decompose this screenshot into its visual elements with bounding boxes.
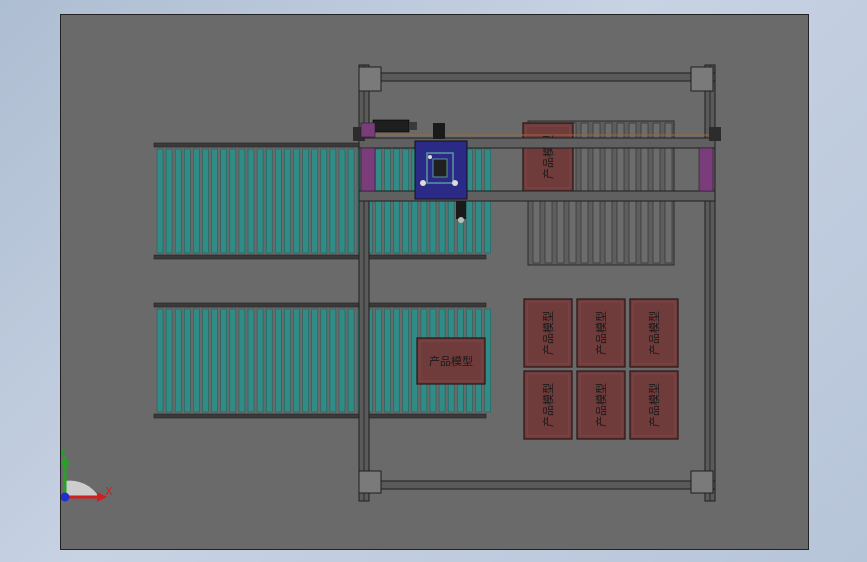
roller bbox=[193, 148, 200, 254]
product-box-label: 产品模型 bbox=[541, 311, 555, 355]
product-box-label: 产品模型 bbox=[429, 354, 473, 368]
product-box-label: 产品模型 bbox=[594, 383, 608, 427]
axis-triad: Y X bbox=[61, 445, 113, 502]
roller bbox=[238, 148, 246, 254]
product-box: 产品模型 bbox=[576, 370, 626, 440]
roller bbox=[275, 308, 282, 413]
roller bbox=[211, 308, 218, 413]
cad-viewport[interactable]: 产品模型产品模型产品模型产品模型产品模型产品模型产品模型产品模型 bbox=[60, 14, 809, 550]
roller bbox=[311, 148, 318, 254]
product-box: 产品模型 bbox=[523, 370, 573, 440]
roller bbox=[302, 308, 309, 413]
roller bbox=[347, 148, 355, 254]
product-box: 产品模型 bbox=[576, 298, 626, 368]
roller bbox=[238, 308, 246, 413]
roller bbox=[338, 148, 346, 254]
roller bbox=[293, 148, 300, 254]
roller bbox=[174, 308, 182, 413]
roller bbox=[293, 308, 300, 413]
roller bbox=[311, 308, 318, 413]
roller bbox=[284, 148, 291, 254]
roller bbox=[375, 308, 382, 413]
roller bbox=[329, 148, 337, 254]
roller bbox=[247, 148, 255, 254]
roller bbox=[393, 308, 400, 413]
product-box: 产品模型 bbox=[523, 298, 573, 368]
product-box-label: 产品模型 bbox=[647, 383, 661, 427]
roller bbox=[247, 308, 255, 413]
product-box-label: 产品模型 bbox=[594, 311, 608, 355]
roller bbox=[174, 148, 182, 254]
roller bbox=[256, 308, 264, 413]
roller bbox=[265, 308, 273, 413]
roller bbox=[156, 148, 164, 254]
roller bbox=[384, 308, 391, 413]
roller bbox=[229, 308, 237, 413]
product-box: 产品模型 bbox=[629, 370, 679, 440]
roller bbox=[329, 308, 337, 413]
roller bbox=[284, 308, 291, 413]
roller bbox=[193, 308, 200, 413]
roller bbox=[256, 148, 264, 254]
product-box-label: 产品模型 bbox=[647, 311, 661, 355]
product-box-label: 产品模型 bbox=[541, 383, 555, 427]
roller bbox=[202, 148, 209, 254]
x-axis-label: X bbox=[105, 485, 113, 498]
roller bbox=[229, 148, 237, 254]
layout-drawing: 产品模型产品模型产品模型 产品模型 产品模型产品模型 产品模型 产品模型 Y X bbox=[61, 64, 721, 502]
y-axis-label: Y bbox=[61, 445, 66, 458]
product-box: 产品模型 bbox=[629, 298, 679, 368]
roller bbox=[165, 148, 173, 254]
roller bbox=[275, 148, 282, 254]
roller bbox=[347, 308, 355, 413]
roller bbox=[320, 148, 328, 254]
product-box: 产品模型 bbox=[522, 122, 574, 192]
roller bbox=[184, 308, 191, 413]
product-box: 产品模型 bbox=[416, 337, 486, 385]
roller bbox=[165, 308, 173, 413]
roller bbox=[202, 308, 209, 413]
roller bbox=[265, 148, 273, 254]
roller bbox=[402, 308, 410, 413]
roller bbox=[211, 148, 218, 254]
roller bbox=[220, 148, 227, 254]
roller bbox=[320, 308, 328, 413]
roller bbox=[220, 308, 227, 413]
roller bbox=[184, 148, 191, 254]
roller bbox=[302, 148, 309, 254]
roller bbox=[338, 308, 346, 413]
roller bbox=[156, 308, 164, 413]
